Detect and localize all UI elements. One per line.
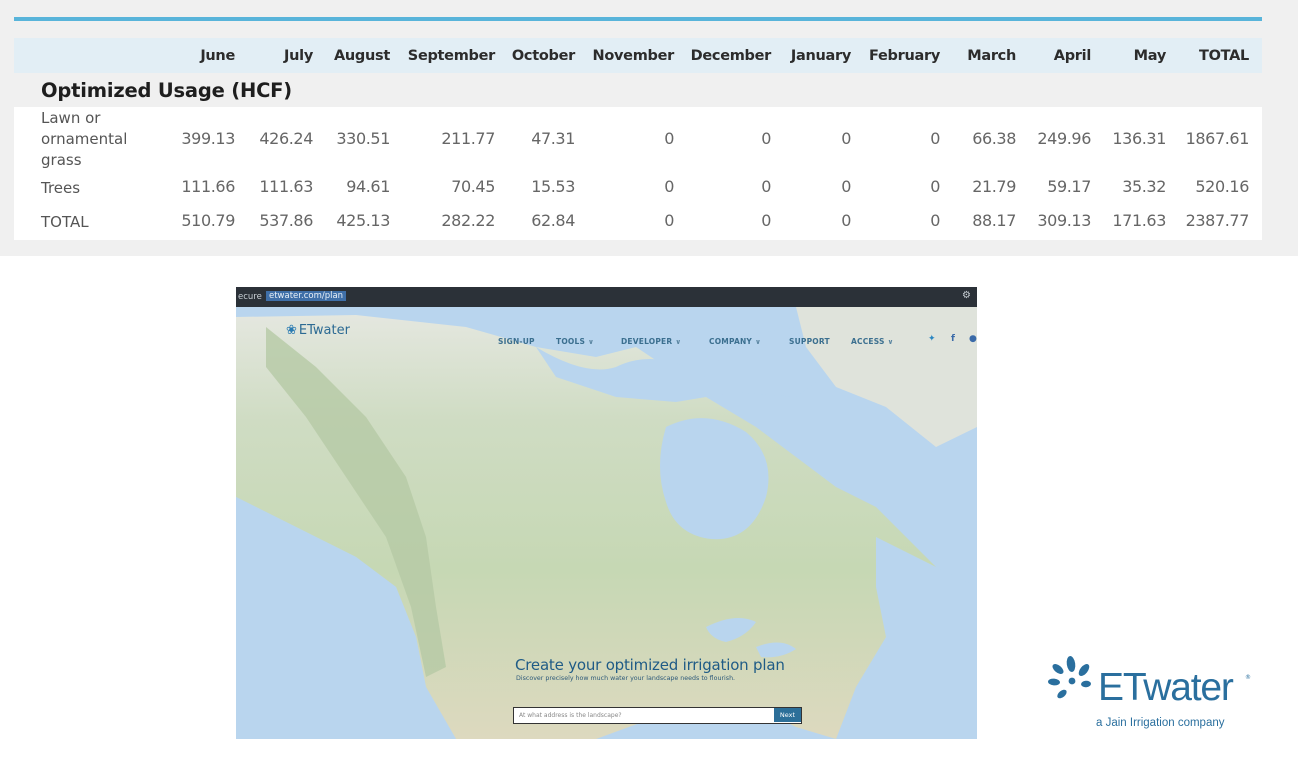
chevron-down-icon: ∨ bbox=[755, 338, 761, 346]
column-header-may: May bbox=[1133, 48, 1167, 64]
next-button[interactable]: Next bbox=[774, 708, 801, 722]
usage-table-panel: June July August September October Novem… bbox=[0, 0, 1298, 256]
table-cell: 282.22 bbox=[441, 211, 495, 230]
brand-tagline: a Jain Irrigation company bbox=[1096, 717, 1225, 729]
section-title: Optimized Usage (HCF) bbox=[41, 79, 293, 102]
table-cell: 171.63 bbox=[1112, 211, 1166, 230]
table-cell: 0 bbox=[761, 129, 771, 148]
table-cell: 426.24 bbox=[259, 129, 313, 148]
table-cell: 70.45 bbox=[451, 177, 495, 196]
brand-name: ETwater bbox=[1098, 666, 1234, 709]
table-cell: 94.61 bbox=[346, 177, 390, 196]
address-search: Next bbox=[513, 707, 802, 724]
nav-support[interactable]: SUPPORT bbox=[789, 337, 830, 346]
table-cell: 21.79 bbox=[972, 177, 1016, 196]
table-cell: 510.79 bbox=[181, 211, 235, 230]
column-header-february: February bbox=[869, 48, 940, 64]
linkedin-icon[interactable]: ● bbox=[969, 334, 977, 344]
accent-divider bbox=[14, 17, 1262, 21]
brand-logo: ETwater ® a Jain Irrigation company bbox=[1040, 650, 1260, 740]
table-cell: 62.84 bbox=[531, 211, 575, 230]
website-screenshot: ecure etwater.com/plan ⚙ ❀ ETwater SIGN-… bbox=[236, 287, 977, 739]
table-cell: 0 bbox=[930, 129, 940, 148]
table-cell: 0 bbox=[841, 129, 851, 148]
nav-label: COMPANY bbox=[709, 337, 753, 346]
table-cell: 425.13 bbox=[336, 211, 390, 230]
nav-label: DEVELOPER bbox=[621, 337, 673, 346]
nav-access[interactable]: ACCESS ∨ bbox=[851, 337, 894, 346]
etwater-mark-icon bbox=[1048, 656, 1091, 699]
url-text[interactable]: etwater.com/plan bbox=[266, 291, 347, 301]
nav-label: SUPPORT bbox=[789, 337, 830, 346]
table-cell: 537.86 bbox=[259, 211, 313, 230]
table-cell: 1867.61 bbox=[1185, 129, 1250, 148]
column-header-september: September bbox=[407, 48, 496, 64]
twitter-icon[interactable]: ✦ bbox=[928, 334, 936, 344]
row-label: TOTAL bbox=[41, 213, 89, 231]
nav-sign-up[interactable]: SIGN-UP bbox=[498, 337, 535, 346]
table-cell: 35.32 bbox=[1122, 177, 1166, 196]
table-cell: 111.66 bbox=[181, 177, 235, 196]
column-header-october: October bbox=[511, 48, 575, 64]
table-header-row: June July August September October Novem… bbox=[14, 38, 1262, 73]
column-header-january: January bbox=[790, 48, 851, 64]
table-cell: 136.31 bbox=[1112, 129, 1166, 148]
table-cell: 0 bbox=[664, 177, 674, 196]
chevron-down-icon: ∨ bbox=[887, 338, 894, 346]
table-cell: 0 bbox=[930, 177, 940, 196]
table-cell: 0 bbox=[664, 211, 674, 230]
column-header-april: April bbox=[1053, 48, 1092, 64]
chevron-down-icon: ∨ bbox=[675, 338, 682, 346]
table-cell: 88.17 bbox=[972, 211, 1016, 230]
facebook-icon[interactable]: f bbox=[951, 334, 955, 344]
column-header-august: August bbox=[333, 48, 390, 64]
settings-icon[interactable]: ⚙ bbox=[962, 290, 971, 301]
nav-developer[interactable]: DEVELOPER ∨ bbox=[621, 337, 681, 346]
table-cell: 0 bbox=[841, 177, 851, 196]
table-cell: 59.17 bbox=[1047, 177, 1091, 196]
etwater-mark-icon: ❀ bbox=[286, 323, 297, 338]
table-cell: 0 bbox=[841, 211, 851, 230]
column-header-december: December bbox=[690, 48, 772, 64]
row-label: Lawn or ornamental grass bbox=[41, 109, 128, 169]
table-cell: 111.63 bbox=[259, 177, 313, 196]
table-cell: 66.38 bbox=[972, 129, 1016, 148]
table-cell: 249.96 bbox=[1037, 129, 1091, 148]
table-cell: 0 bbox=[761, 211, 771, 230]
nav-label: SIGN-UP bbox=[498, 337, 535, 346]
table-cell: 309.13 bbox=[1037, 211, 1091, 230]
nav-label: ACCESS bbox=[851, 337, 885, 346]
table-cell: 0 bbox=[930, 211, 940, 230]
address-bar[interactable]: ecure etwater.com/plan ⚙ bbox=[236, 287, 977, 307]
table-cell: 211.77 bbox=[441, 129, 495, 148]
table-cell: 520.16 bbox=[1195, 177, 1249, 196]
etwater-logo[interactable]: ❀ ETwater bbox=[286, 323, 350, 338]
table-cell: 47.31 bbox=[531, 129, 575, 148]
address-search-input[interactable] bbox=[514, 708, 773, 722]
table-body: Lawn or ornamental grass 399.13 426.24 3… bbox=[14, 107, 1262, 240]
table-cell: 15.53 bbox=[531, 177, 575, 196]
hero-subtitle: Discover precisely how much water your l… bbox=[516, 675, 736, 682]
nav-company[interactable]: COMPANY ∨ bbox=[709, 337, 761, 346]
table-cell: 2387.77 bbox=[1185, 211, 1250, 230]
table-cell: 330.51 bbox=[336, 129, 390, 148]
chevron-down-icon: ∨ bbox=[588, 338, 594, 346]
row-label: Trees bbox=[41, 179, 81, 197]
nav-label: TOOLS bbox=[556, 337, 586, 346]
nav-tools[interactable]: TOOLS ∨ bbox=[556, 337, 594, 346]
table-cell: 0 bbox=[761, 177, 771, 196]
table-cell: 399.13 bbox=[181, 129, 235, 148]
column-header-november: November bbox=[592, 48, 675, 64]
column-header-july: July bbox=[284, 48, 313, 64]
column-header-june: June bbox=[200, 48, 235, 64]
site-navigation: ❀ ETwater SIGN-UP TOOLS ∨ DEVELOPER ∨ COMPA… bbox=[236, 307, 977, 347]
secure-label: ecure bbox=[238, 292, 262, 302]
column-header-total: TOTAL bbox=[1199, 48, 1249, 64]
registered-mark-icon: ® bbox=[1245, 674, 1251, 681]
hero-title: Create your optimized irrigation plan bbox=[515, 656, 785, 674]
table-cell: 0 bbox=[664, 129, 674, 148]
column-header-march: March bbox=[967, 48, 1016, 64]
site-logo-text: ETwater bbox=[298, 323, 350, 338]
